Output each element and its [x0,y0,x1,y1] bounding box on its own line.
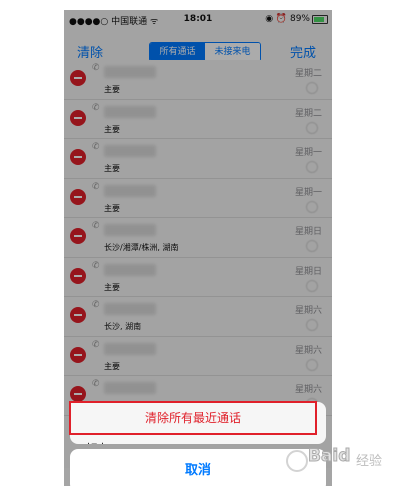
clear-all-recents-button[interactable]: 清除所有最近通话 [69,401,317,435]
paw-logo-icon [286,450,308,472]
partially-hidden-text: 好友 [86,440,110,444]
watermark: Baid 经验 [286,446,398,472]
watermark-suffix: 经验 [356,454,383,469]
watermark-text: Baid [307,446,351,467]
